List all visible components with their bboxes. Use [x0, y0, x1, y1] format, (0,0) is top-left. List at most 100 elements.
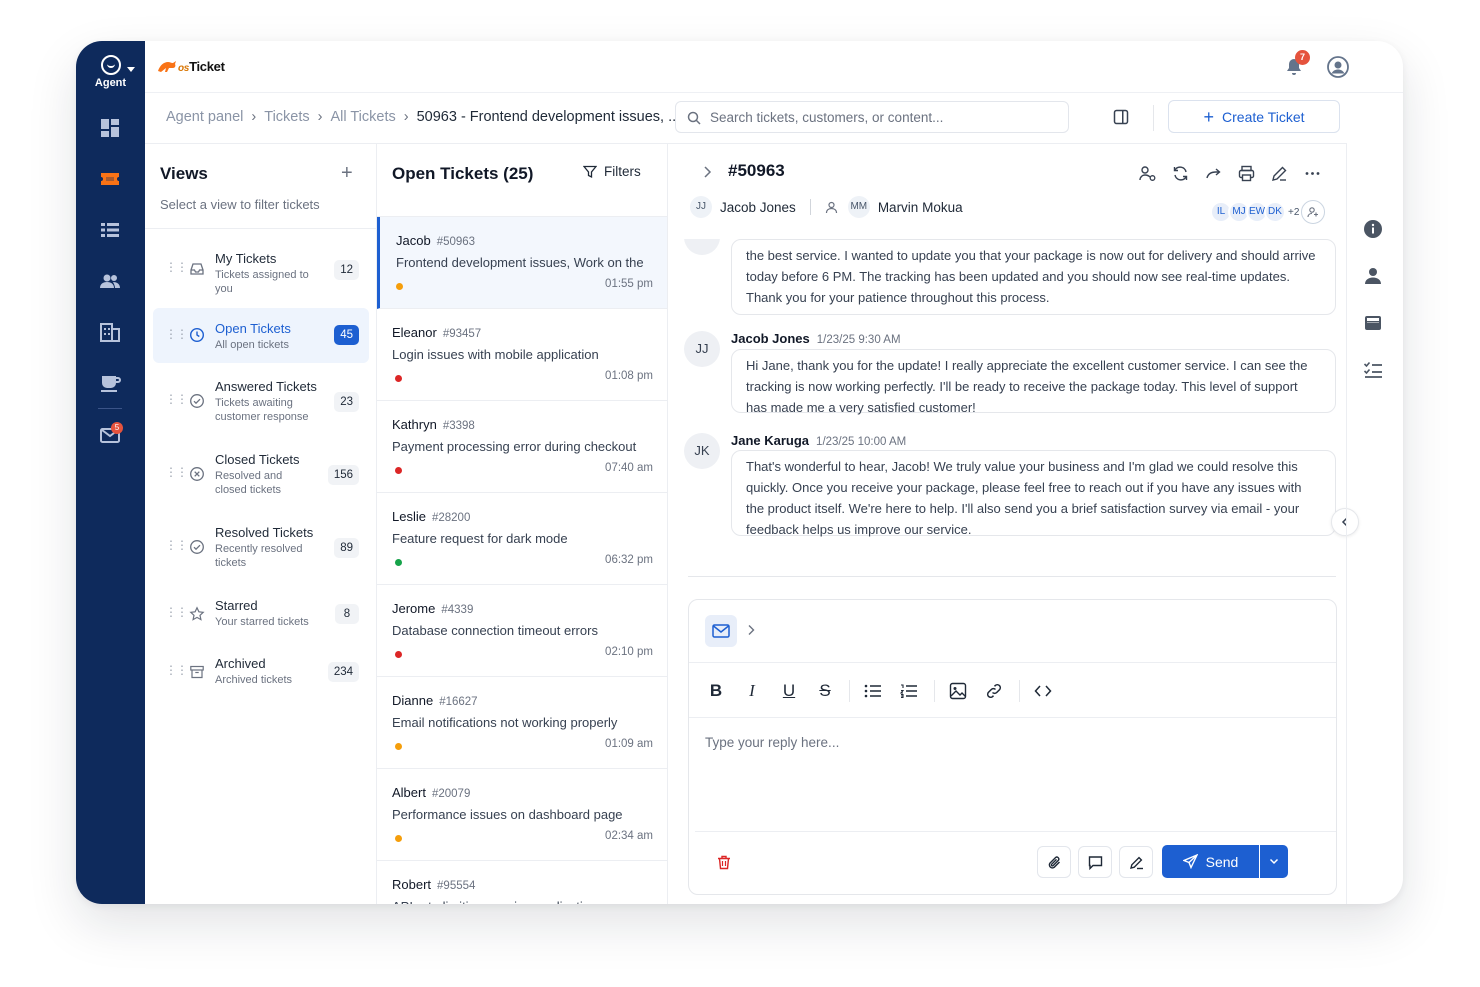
- reply-textarea[interactable]: [705, 735, 1320, 815]
- ticket-customer-name: Leslie: [392, 509, 426, 524]
- add-view-button[interactable]: +: [341, 163, 353, 183]
- more-icon[interactable]: [1303, 164, 1322, 183]
- toolbar-separator: [849, 680, 850, 702]
- code-icon[interactable]: [1032, 680, 1054, 702]
- filters-button[interactable]: Filters: [583, 164, 641, 179]
- rail-divider: [98, 408, 122, 409]
- assignee-avatar: MM: [847, 196, 870, 218]
- drag-handle-icon[interactable]: ⋮⋮: [165, 664, 188, 676]
- bold-icon[interactable]: B: [705, 680, 727, 702]
- paperclip-icon: [1048, 855, 1060, 869]
- customer-profile-icon[interactable]: [1363, 266, 1383, 286]
- trash-icon[interactable]: [717, 855, 731, 870]
- edit-icon[interactable]: [1270, 164, 1289, 183]
- knowledgebase-icon[interactable]: [99, 372, 121, 394]
- list-icon[interactable]: [99, 219, 121, 241]
- forward-icon[interactable]: [1204, 164, 1223, 183]
- breadcrumb-all-tickets[interactable]: All Tickets: [330, 109, 395, 125]
- underline-icon[interactable]: U: [778, 680, 800, 702]
- view-my-tickets[interactable]: ⋮⋮ My Tickets Tickets assigned to you 12: [153, 240, 369, 298]
- drag-handle-icon[interactable]: ⋮⋮: [165, 393, 188, 405]
- view-label: Resolved Tickets: [215, 525, 314, 540]
- ticket-id: #16627: [439, 696, 478, 708]
- ticket-list-item[interactable]: Jacob #50963 Frontend development issues, …: [377, 217, 667, 309]
- attach-button[interactable]: [1037, 846, 1071, 878]
- view-label: Open Tickets: [215, 321, 291, 336]
- strikethrough-icon[interactable]: S: [814, 680, 836, 702]
- checklist-icon[interactable]: [1363, 360, 1383, 380]
- panel-toggle-icon[interactable]: [1113, 109, 1129, 125]
- view-starred[interactable]: ⋮⋮ Starred Your starred tickets 8: [153, 590, 369, 636]
- drag-handle-icon[interactable]: ⋮⋮: [165, 328, 188, 340]
- ticket-list-item[interactable]: Robert #95554 API rate limiting causing ap…: [377, 861, 667, 904]
- ticket-subject: Performance issues on dashboard page: [392, 807, 623, 822]
- views-panel: Views + Select a view to filter tickets …: [145, 143, 377, 904]
- italic-icon[interactable]: I: [741, 680, 763, 702]
- kangaroo-logo-icon: [158, 61, 176, 72]
- ticket-id: #93457: [442, 328, 482, 340]
- ticket-customer-name: Eleanor: [392, 325, 437, 340]
- app-logo[interactable]: osTicket: [156, 59, 225, 74]
- numbered-list-icon[interactable]: [898, 680, 920, 702]
- drag-handle-icon[interactable]: ⋮⋮: [165, 539, 188, 551]
- search-input[interactable]: [710, 102, 1060, 132]
- view-desc: All open tickets: [215, 339, 289, 351]
- agent-label: Agent: [94, 77, 127, 89]
- ticket-list-panel: Open Tickets (25) Filters Jacob #50963 Fro…: [377, 143, 668, 904]
- view-desc: Tickets assigned to you: [215, 269, 309, 295]
- customer-name[interactable]: Jacob Jones: [720, 200, 796, 215]
- drag-handle-icon[interactable]: ⋮⋮: [165, 466, 188, 478]
- ticket-customer-name: Kathryn: [392, 417, 437, 432]
- ticket-subject: Payment processing error during checkout: [392, 439, 637, 454]
- ticket-list-item[interactable]: Jerome #4339 Database connection timeout e…: [377, 585, 667, 677]
- view-count: 234: [327, 662, 359, 682]
- view-desc: Resolved and closed tickets: [215, 470, 283, 496]
- ticket-list-item[interactable]: Eleanor #93457 Login issues with mobile ap…: [377, 309, 667, 401]
- conversation: the best service. I wanted to update you…: [668, 239, 1346, 614]
- tickets-icon[interactable]: [99, 168, 121, 190]
- breadcrumb-tickets[interactable]: Tickets: [264, 109, 309, 125]
- view-closed-tickets[interactable]: ⋮⋮ Closed Tickets Resolved and closed ti…: [153, 443, 369, 505]
- users-icon[interactable]: [99, 270, 121, 292]
- signature-button[interactable]: [1119, 846, 1153, 878]
- bullet-list-icon[interactable]: [862, 680, 884, 702]
- info-icon[interactable]: [1363, 219, 1383, 239]
- image-icon[interactable]: [947, 680, 969, 702]
- chevron-right-icon[interactable]: [747, 624, 755, 636]
- chevron-right-icon[interactable]: [702, 166, 712, 178]
- drag-handle-icon[interactable]: ⋮⋮: [165, 261, 188, 273]
- refresh-icon[interactable]: [1171, 164, 1190, 183]
- view-answered-tickets[interactable]: ⋮⋮ Answered Tickets Tickets awaiting cus…: [153, 370, 369, 432]
- organizations-icon[interactable]: [99, 321, 121, 343]
- user-account-icon[interactable]: [1327, 56, 1349, 78]
- link-icon[interactable]: [983, 680, 1005, 702]
- view-label: Closed Tickets: [215, 452, 300, 467]
- view-open-tickets[interactable]: ⋮⋮ Open Tickets All open tickets 45: [153, 308, 369, 363]
- agent-menu[interactable]: Agent: [76, 55, 145, 89]
- inbox-tray-icon[interactable]: [1363, 313, 1383, 333]
- ticket-list-item[interactable]: Kathryn #3398 Payment processing error dur…: [377, 401, 667, 493]
- drag-handle-icon[interactable]: ⋮⋮: [165, 606, 188, 618]
- breadcrumb-agent-panel[interactable]: Agent panel: [166, 109, 243, 125]
- breadcrumb-current: 50963 - Frontend development issues, ...: [416, 109, 681, 125]
- watchers[interactable]: IL MJ EW DK +2: [1210, 200, 1326, 224]
- formatting-toolbar: B I U S: [689, 662, 1336, 718]
- message-body: the best service. I wanted to update you…: [731, 239, 1336, 315]
- assignee-name[interactable]: Marvin Mokua: [878, 200, 963, 215]
- create-ticket-button[interactable]: + Create Ticket: [1168, 100, 1340, 133]
- toolbar-separator: [934, 680, 935, 702]
- view-archived[interactable]: ⋮⋮ Archived Archived tickets 234: [153, 648, 369, 694]
- ticket-list-item[interactable]: Albert #20079 Performance issues on dashbo…: [377, 769, 667, 861]
- ticket-list-item[interactable]: Dianne #16627 Email notifications not work…: [377, 677, 667, 769]
- add-watcher-icon[interactable]: [1301, 200, 1326, 224]
- canned-response-button[interactable]: [1078, 846, 1112, 878]
- view-resolved-tickets[interactable]: ⋮⋮ Resolved Tickets Recently resolved ti…: [153, 516, 369, 578]
- send-button[interactable]: Send: [1162, 845, 1259, 878]
- email-channel-button[interactable]: [705, 615, 737, 647]
- print-icon[interactable]: [1237, 164, 1256, 183]
- view-count: 23: [334, 392, 359, 412]
- assign-agent-icon[interactable]: [1138, 164, 1157, 183]
- send-options-button[interactable]: [1260, 845, 1288, 878]
- ticket-list-item[interactable]: Leslie #28200 Feature request for dark mod…: [377, 493, 667, 585]
- dashboard-icon[interactable]: [99, 117, 121, 139]
